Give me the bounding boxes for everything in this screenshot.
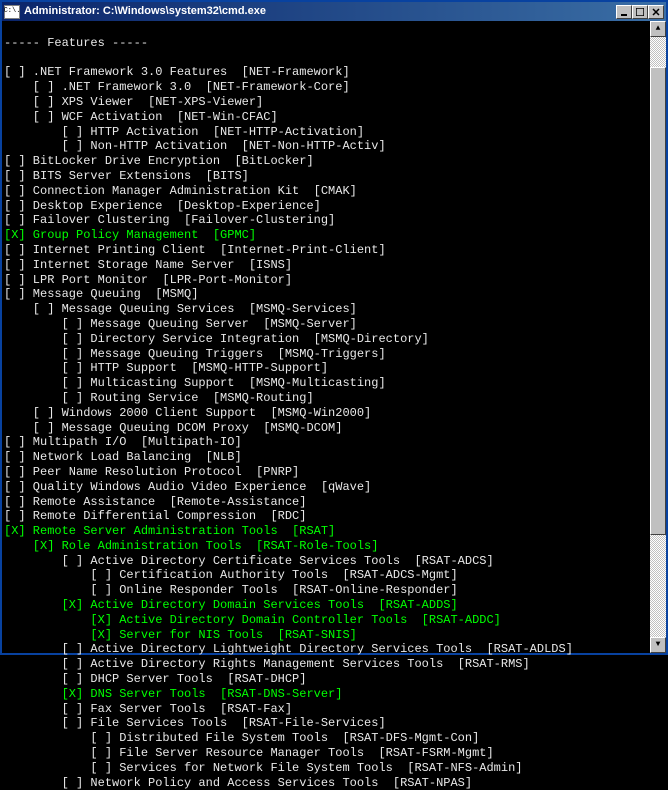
scroll-up-button[interactable]: ▲ [650, 21, 666, 37]
feature-line: [ ] Internet Storage Name Server [ISNS] [4, 258, 650, 273]
feature-line: [ ] HTTP Support [MSMQ-HTTP-Support] [4, 361, 650, 376]
feature-line: [ ] Failover Clustering [Failover-Cluste… [4, 213, 650, 228]
feature-line: [ ] Message Queuing Triggers [MSMQ-Trigg… [4, 347, 650, 362]
feature-line: [ ] BITS Server Extensions [BITS] [4, 169, 650, 184]
feature-line: [X] Active Directory Domain Controller T… [4, 613, 650, 628]
feature-line: [ ] Message Queuing Server [MSMQ-Server] [4, 317, 650, 332]
feature-line: [ ] Network Load Balancing [NLB] [4, 450, 650, 465]
feature-line: [ ] Multipath I/O [Multipath-IO] [4, 435, 650, 450]
titlebar[interactable]: C:\. Administrator: C:\Windows\system32\… [2, 2, 666, 21]
feature-line: [X] Role Administration Tools [RSAT-Role… [4, 539, 650, 554]
feature-line: [ ] File Server Resource Manager Tools [… [4, 746, 650, 761]
terminal-content: ----- Features ----- [ ] .NET Framework … [2, 21, 650, 790]
feature-line: [ ] Certification Authority Tools [RSAT-… [4, 568, 650, 583]
scroll-down-button[interactable]: ▼ [650, 637, 666, 653]
feature-line: [ ] Quality Windows Audio Video Experien… [4, 480, 650, 495]
feature-line: [X] Active Directory Domain Services Too… [4, 598, 650, 613]
minimize-button[interactable] [616, 5, 632, 19]
feature-line: [ ] .NET Framework 3.0 Features [NET-Fra… [4, 65, 650, 80]
feature-line: [ ] Windows 2000 Client Support [MSMQ-Wi… [4, 406, 650, 421]
feature-line: [ ] Active Directory Rights Management S… [4, 657, 650, 672]
window-buttons [616, 5, 664, 19]
feature-line: [X] Remote Server Administration Tools [… [4, 524, 650, 539]
feature-line: [ ] XPS Viewer [NET-XPS-Viewer] [4, 95, 650, 110]
feature-line: [ ] Routing Service [MSMQ-Routing] [4, 391, 650, 406]
feature-line: [ ] Online Responder Tools [RSAT-Online-… [4, 583, 650, 598]
maximize-button[interactable] [632, 5, 648, 19]
feature-line: [ ] Services for Network File System Too… [4, 761, 650, 776]
feature-line: [ ] Active Directory Lightweight Directo… [4, 642, 650, 657]
feature-line: [ ] Connection Manager Administration Ki… [4, 184, 650, 199]
feature-line: [ ] Network Policy and Access Services T… [4, 776, 650, 790]
feature-line: [ ] HTTP Activation [NET-HTTP-Activation… [4, 125, 650, 140]
feature-line: [ ] Desktop Experience [Desktop-Experien… [4, 199, 650, 214]
close-button[interactable] [648, 5, 664, 19]
feature-line: [ ] Remote Assistance [Remote-Assistance… [4, 495, 650, 510]
feature-line: [X] DNS Server Tools [RSAT-DNS-Server] [4, 687, 650, 702]
feature-line: [ ] Message Queuing DCOM Proxy [MSMQ-DCO… [4, 421, 650, 436]
feature-line: [X] Group Policy Management [GPMC] [4, 228, 650, 243]
feature-line: [ ] Message Queuing Services [MSMQ-Servi… [4, 302, 650, 317]
feature-line: [ ] Internet Printing Client [Internet-P… [4, 243, 650, 258]
feature-line: [ ] Distributed File System Tools [RSAT-… [4, 731, 650, 746]
feature-line: [ ] LPR Port Monitor [LPR-Port-Monitor] [4, 273, 650, 288]
cmd-icon: C:\. [4, 5, 20, 19]
feature-line: [ ] WCF Activation [NET-Win-CFAC] [4, 110, 650, 125]
window-title: Administrator: C:\Windows\system32\cmd.e… [24, 4, 616, 19]
section-header: ----- Features ----- [4, 36, 650, 51]
feature-line: [ ] DHCP Server Tools [RSAT-DHCP] [4, 672, 650, 687]
feature-line: [ ] File Services Tools [RSAT-File-Servi… [4, 716, 650, 731]
feature-line: [ ] Multicasting Support [MSMQ-Multicast… [4, 376, 650, 391]
scroll-thumb[interactable] [650, 67, 666, 535]
feature-line: [ ] Message Queuing [MSMQ] [4, 287, 650, 302]
feature-line: [X] Server for NIS Tools [RSAT-SNIS] [4, 628, 650, 643]
scroll-track[interactable] [650, 37, 666, 637]
feature-line: [ ] BitLocker Drive Encryption [BitLocke… [4, 154, 650, 169]
feature-line: [ ] Non-HTTP Activation [NET-Non-HTTP-Ac… [4, 139, 650, 154]
feature-line: [ ] Fax Server Tools [RSAT-Fax] [4, 702, 650, 717]
feature-line: [ ] Directory Service Integration [MSMQ-… [4, 332, 650, 347]
feature-line: [ ] Active Directory Certificate Service… [4, 554, 650, 569]
scrollbar[interactable]: ▲ ▼ [650, 21, 666, 653]
feature-line: [ ] .NET Framework 3.0 [NET-Framework-Co… [4, 80, 650, 95]
feature-line: [ ] Remote Differential Compression [RDC… [4, 509, 650, 524]
feature-line: [ ] Peer Name Resolution Protocol [PNRP] [4, 465, 650, 480]
terminal: ----- Features ----- [ ] .NET Framework … [2, 21, 666, 653]
